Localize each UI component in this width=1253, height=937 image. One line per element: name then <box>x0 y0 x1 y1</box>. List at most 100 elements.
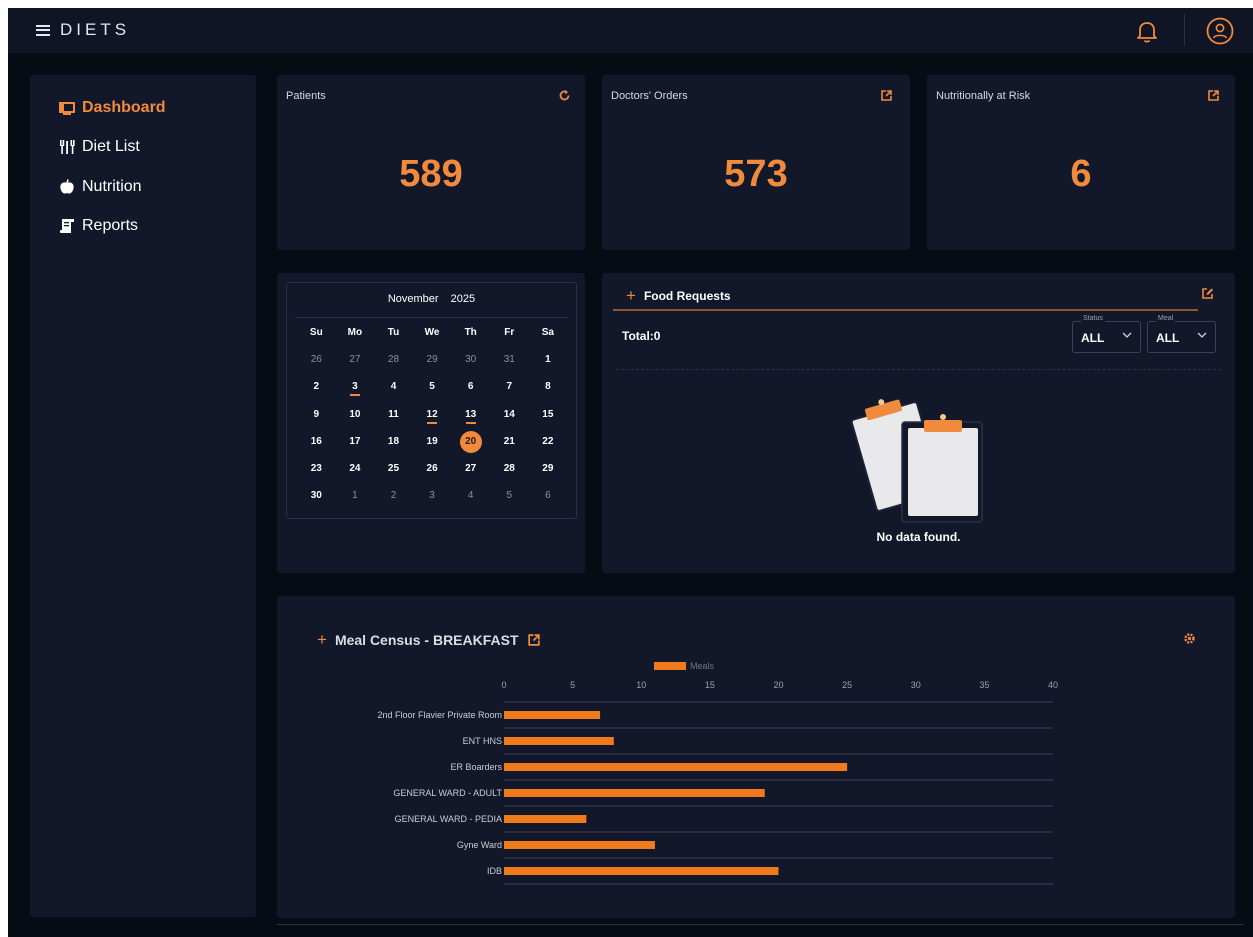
calendar-day[interactable]: 29 <box>529 459 568 486</box>
calendar-day[interactable]: 3 <box>336 377 375 404</box>
calendar-day[interactable]: 2 <box>297 377 336 404</box>
external-link-icon[interactable] <box>880 89 893 102</box>
bar <box>504 737 614 745</box>
calendar-weekday: Sa <box>541 327 554 338</box>
calendar-day[interactable]: 22 <box>529 432 568 459</box>
apple-icon <box>60 179 74 194</box>
bell-icon[interactable] <box>1134 18 1160 44</box>
calendar-weekday: Su <box>309 327 323 338</box>
clipboard-empty-illustration <box>850 399 983 523</box>
status-select-label: Status <box>1081 315 1105 322</box>
x-tick-label: 20 <box>773 680 783 690</box>
calendar-day[interactable]: 10 <box>336 405 375 432</box>
calendar-day[interactable]: 1 <box>336 486 375 513</box>
calendar-weekday: Tu <box>387 327 400 338</box>
calendar-day[interactable]: 26 <box>413 459 452 486</box>
card-title: Doctors' Orders <box>611 90 688 102</box>
sidebar-item-diet-list[interactable]: Diet List <box>58 138 140 156</box>
doctors-orders-count: 573 <box>724 153 788 195</box>
calendar-day[interactable]: 2 <box>374 486 413 513</box>
header-separator <box>1184 14 1185 46</box>
dashboard-icon <box>59 102 75 115</box>
menu-icon[interactable] <box>36 24 50 36</box>
sidebar-item-label: Dashboard <box>82 99 166 116</box>
calendar-day[interactable]: 3 <box>413 486 452 513</box>
bar <box>504 841 655 849</box>
external-link-icon[interactable] <box>1207 89 1220 102</box>
calendar-day[interactable]: 12 <box>413 405 452 432</box>
calendar-day[interactable]: 4 <box>374 377 413 404</box>
x-tick-label: 10 <box>636 680 646 690</box>
calendar-day[interactable]: 5 <box>413 377 452 404</box>
calendar-day[interactable]: 13 <box>451 405 490 432</box>
legend-swatch <box>654 662 686 670</box>
calendar-day[interactable]: 16 <box>297 432 336 459</box>
calendar-day[interactable]: 15 <box>529 405 568 432</box>
calendar-month[interactable]: November <box>388 293 439 305</box>
header-underline <box>613 309 1198 311</box>
divider <box>295 317 568 318</box>
sidebar-item-reports[interactable]: Reports <box>58 217 138 235</box>
divider <box>616 369 1221 370</box>
calendar-day[interactable]: 29 <box>413 350 452 377</box>
calendar-year[interactable]: 2025 <box>451 293 475 305</box>
x-tick-label: 30 <box>911 680 921 690</box>
calendar-day[interactable]: 9 <box>297 405 336 432</box>
patients-count: 589 <box>399 153 463 195</box>
card-title: Nutritionally at Risk <box>936 90 1031 102</box>
sidebar-item-nutrition[interactable]: Nutrition <box>58 178 142 196</box>
edit-icon[interactable] <box>1201 287 1214 300</box>
calendar-day[interactable]: 27 <box>451 459 490 486</box>
calendar-weekday: We <box>424 327 440 338</box>
plus-icon[interactable]: + <box>626 287 636 304</box>
nutritional-risk-count: 6 <box>1070 153 1092 195</box>
nutritional-risk-card: Nutritionally at Risk 6 <box>927 75 1235 250</box>
x-tick-label: 15 <box>705 680 715 690</box>
calendar-day[interactable]: 27 <box>336 350 375 377</box>
calendar-day[interactable]: 8 <box>529 377 568 404</box>
calendar-day[interactable]: 28 <box>490 459 529 486</box>
calendar-day[interactable]: 6 <box>451 377 490 404</box>
calendar-day[interactable]: 4 <box>451 486 490 513</box>
y-category-label: 2nd Floor Flavier Private Room <box>377 710 502 720</box>
user-circle-icon[interactable] <box>1205 16 1235 46</box>
sidebar-item-dashboard[interactable]: Dashboard <box>58 99 166 117</box>
calendar-day[interactable]: 18 <box>374 432 413 459</box>
calendar-day[interactable]: 11 <box>374 405 413 432</box>
calendar-day[interactable]: 14 <box>490 405 529 432</box>
calendar-day[interactable]: 6 <box>529 486 568 513</box>
calendar-day[interactable]: 26 <box>297 350 336 377</box>
calendar-day[interactable]: 30 <box>297 486 336 513</box>
calendar-header[interactable]: November 2025 <box>287 293 576 305</box>
food-requests-title: Food Requests <box>643 288 731 303</box>
card-title: Patients <box>286 90 326 102</box>
calendar-day[interactable]: 23 <box>297 459 336 486</box>
empty-state-text: No data found. <box>876 530 961 544</box>
calendar-day[interactable]: 20 <box>451 430 490 459</box>
calendar-day[interactable]: 17 <box>336 432 375 459</box>
status-select-value: ALL <box>1081 331 1105 345</box>
calendar-day[interactable]: 28 <box>374 350 413 377</box>
calendar-day[interactable]: 19 <box>413 432 452 459</box>
y-category-label: ER Boarders <box>450 762 502 772</box>
food-requests-card: + Food Requests Total:0 Status ALL Meal … <box>602 273 1235 573</box>
calendar-day[interactable]: 1 <box>529 350 568 377</box>
refresh-icon[interactable] <box>558 89 571 102</box>
calendar-day[interactable]: 30 <box>451 350 490 377</box>
y-category-label: ENT HNS <box>463 736 502 746</box>
legend-label: Meals <box>690 661 715 671</box>
calendar-day[interactable]: 31 <box>490 350 529 377</box>
status-select[interactable]: Status ALL <box>1072 315 1141 353</box>
calendar-weekday: Th <box>464 327 477 338</box>
app-root: DIETS Dashboard Diet List Nutrition Repo… <box>8 8 1253 937</box>
calendar-day[interactable]: 5 <box>490 486 529 513</box>
chevron-down-icon <box>1197 332 1207 338</box>
calendar-day[interactable]: 7 <box>490 377 529 404</box>
calendar-day[interactable]: 21 <box>490 432 529 459</box>
x-tick-label: 35 <box>979 680 989 690</box>
calendar-grid: Su Mo Tu We Th Fr Sa 26 27 28 29 30 31 1 2 3 4 5 6 7 8 9 10 11 1… <box>297 323 567 513</box>
brand: DIETS <box>36 20 130 40</box>
calendar-day[interactable]: 25 <box>374 459 413 486</box>
meal-select[interactable]: Meal ALL <box>1147 315 1216 353</box>
calendar-day[interactable]: 24 <box>336 459 375 486</box>
